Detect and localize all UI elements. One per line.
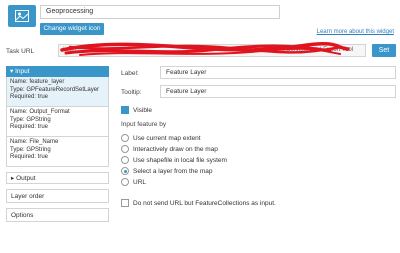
learn-more-link[interactable]: Learn more about this widget: [317, 29, 394, 35]
change-widget-icon-button[interactable]: Change widget icon: [40, 23, 104, 35]
visible-label: Visible: [133, 106, 153, 114]
param-item-file-name[interactable]: Name: File_Name Type: GPString Required:…: [6, 137, 109, 167]
param-name: Name: feature_layer: [10, 79, 65, 85]
param-required: Required: true: [10, 154, 49, 160]
radio-button[interactable]: [121, 145, 129, 153]
radio-select-layer[interactable]: Select a layer from the map: [121, 167, 212, 175]
radio-shapefile[interactable]: Use shapefile in local file system: [121, 156, 227, 164]
redaction-scribble: [60, 42, 350, 56]
radio-label: Interactively draw on the map: [133, 145, 218, 153]
radio-url[interactable]: URL: [121, 178, 146, 186]
param-name: Name: Output_Format: [10, 109, 70, 115]
output-section-header[interactable]: ▸ Output: [6, 172, 109, 184]
options-item[interactable]: Options: [6, 208, 109, 222]
set-button[interactable]: Set: [372, 44, 396, 57]
geoprocessing-icon: [15, 10, 29, 22]
widget-icon: [8, 5, 36, 27]
no-send-url-option[interactable]: Do not send URL but FeatureCollections a…: [121, 199, 276, 207]
param-item-output-format[interactable]: Name: Output_Format Type: GPString Requi…: [6, 107, 109, 137]
task-url-label: Task URL: [6, 48, 35, 55]
radio-label: URL: [133, 178, 147, 186]
visible-checkbox[interactable]: [121, 106, 129, 114]
param-required: Required: true: [10, 124, 49, 130]
radio-button[interactable]: [121, 178, 129, 186]
param-required: Required: true: [10, 94, 49, 100]
radio-current-extent[interactable]: Use current map extent: [121, 134, 201, 142]
tooltip-caption: Tooltip:: [121, 89, 142, 96]
layer-order-item[interactable]: Layer order: [6, 189, 109, 203]
radio-button[interactable]: [121, 156, 129, 164]
radio-label: Use current map extent: [133, 134, 201, 142]
radio-button-selected[interactable]: [121, 167, 129, 175]
radio-label: Select a layer from the map: [133, 167, 213, 175]
tooltip-input[interactable]: Feature Layer: [160, 85, 396, 98]
input-section-header[interactable]: ▾ Input: [6, 66, 109, 77]
param-type: Type: GPString: [10, 116, 51, 123]
param-name: Name: File_Name: [10, 139, 59, 145]
widget-name-input[interactable]: Geoprocessing: [40, 5, 280, 19]
input-feature-by-heading: Input feature by: [121, 121, 167, 128]
no-send-url-checkbox[interactable]: [121, 199, 129, 207]
radio-button[interactable]: [121, 134, 129, 142]
parameter-panel: ▾ Input Name: feature_layer Type: GPFeat…: [6, 66, 109, 222]
param-type: Type: GPFeatureRecordSetLayer: [10, 86, 100, 93]
visible-option[interactable]: Visible: [121, 106, 152, 114]
no-send-url-label: Do not send URL but FeatureCollections a…: [133, 199, 276, 207]
radio-draw-on-map[interactable]: Interactively draw on the map: [121, 145, 218, 153]
label-input[interactable]: Feature Layer: [160, 66, 396, 79]
param-type: Type: GPString: [10, 146, 51, 153]
label-caption: Label:: [121, 70, 139, 77]
radio-label: Use shapefile in local file system: [133, 156, 227, 164]
param-item-feature-layer[interactable]: Name: feature_layer Type: GPFeatureRecor…: [6, 77, 109, 107]
